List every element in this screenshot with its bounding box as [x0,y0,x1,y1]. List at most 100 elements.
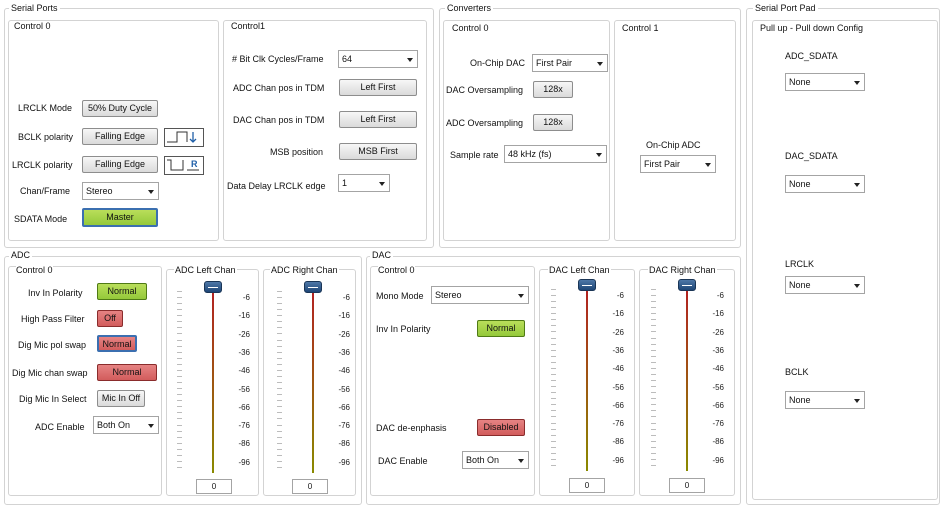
slider-tick [551,392,556,394]
adc-inv-polarity-button[interactable]: Normal [97,283,147,300]
dig-mic-pol-swap-button[interactable]: Normal [97,335,137,352]
slider-tick [551,289,556,290]
slider-scale-label: -66 [238,402,250,412]
slider-scale-label: -66 [712,400,724,410]
lrclk-mode-button[interactable]: 50% Duty Cycle [82,100,158,117]
data-delay-select[interactable]: 1 [338,174,390,192]
slider-tick [651,319,656,321]
slider-tick [551,465,556,466]
slider-tick [177,321,182,323]
adc-enable-value: Both On [97,420,131,430]
slider-tick [177,406,182,408]
dac-sdata-select[interactable]: None [785,175,865,193]
slider-tick [277,388,282,390]
slider-tick [177,357,182,359]
slider-tick [651,343,656,345]
slider-tick [551,343,556,345]
dac-inv-polarity-button[interactable]: Normal [477,320,525,337]
slider-tick [551,386,556,388]
adc-left-volume-value[interactable]: 0 [196,479,232,494]
adc-right-volume-slider[interactable]: -6 -16 -26 -36 -46 -56 -66 -76 -86 -96 [274,281,354,475]
slider-tick [177,375,182,377]
lrclk-polarity-button[interactable]: Falling Edge [82,156,158,173]
onchip-adc-select[interactable]: First Pair [640,155,716,173]
slider-tick [651,313,656,315]
bclk-pad-select[interactable]: None [785,391,865,409]
slider-thumb[interactable] [204,281,222,293]
slider-thumb[interactable] [678,279,696,291]
chevron-down-icon [854,284,860,288]
dig-mic-in-select-button[interactable]: Mic In Off [97,390,145,407]
slider-tick [177,418,182,420]
dac-left-volume-slider[interactable]: -6 -16 -26 -36 -46 -56 -66 -76 -86 -96 [548,279,628,473]
chevron-down-icon [854,399,860,403]
slider-tick [651,434,656,436]
slider-tick [551,458,556,460]
adc-chan-pos-button[interactable]: Left First [339,79,417,96]
lrclk-pad-label: LRCLK [785,259,815,269]
slider-tick [551,422,556,424]
bit-clk-cycles-select[interactable]: 64 [338,50,418,68]
dac-enable-select[interactable]: Both On [462,451,529,469]
slider-tick [551,440,556,442]
slider-tick [277,382,282,384]
dac-deemphasis-button[interactable]: Disabled [477,419,525,436]
slider-tick [277,448,282,450]
dac-left-volume-value[interactable]: 0 [569,478,605,493]
lrclk-waveform-letter: R [191,159,198,169]
slider-tick [277,454,282,456]
dig-mic-chan-swap-label: Dig Mic chan swap [12,368,88,378]
slider-scale-label: -56 [238,384,250,394]
chevron-down-icon [379,182,385,186]
dig-mic-chan-swap-button[interactable]: Normal [97,364,157,381]
dac-right-volume-slider[interactable]: -6 -16 -26 -36 -46 -56 -66 -76 -86 -96 [648,279,728,473]
slider-tick [651,373,656,375]
chan-frame-select[interactable]: Stereo [82,182,159,200]
high-pass-filter-button[interactable]: Off [97,310,123,327]
lrclk-pad-select[interactable]: None [785,276,865,294]
adc-right-volume-value[interactable]: 0 [292,479,328,494]
high-pass-filter-label: High Pass Filter [21,314,85,324]
slider-tick [177,297,182,299]
slider-tick [277,375,282,377]
adc-left-volume-slider[interactable]: -6 -16 -26 -36 -46 -56 -66 -76 -86 -96 [174,281,254,475]
chevron-down-icon [597,62,603,66]
slider-tick [651,428,656,430]
slider-tick [177,412,182,414]
slider-tick [177,339,182,341]
slider-scale-label: -26 [238,329,250,339]
onchip-dac-select[interactable]: First Pair [532,54,608,72]
slider-tick [651,452,656,454]
adc-oversampling-button[interactable]: 128x [533,114,573,131]
adc-enable-select[interactable]: Both On [93,416,159,434]
dac-oversampling-button[interactable]: 128x [533,81,573,98]
adc-control0-group [8,266,162,496]
adc-sdata-select[interactable]: None [785,73,865,91]
slider-tick [651,289,656,290]
chevron-down-icon [596,153,602,157]
slider-scale-label: -56 [338,384,350,394]
slider-tick [177,327,182,329]
slider-scale-label: -36 [238,347,250,357]
slider-tick [277,442,282,444]
dac-enable-value: Both On [466,455,500,465]
slider-tick [551,373,556,375]
msb-position-button[interactable]: MSB First [339,143,417,160]
adc-right-chan-title: ADC Right Chan [270,265,339,276]
slider-tick [651,392,656,394]
dig-mic-in-select-label: Dig Mic In Select [19,394,87,404]
slider-scale-label: -76 [338,421,350,431]
sample-rate-select[interactable]: 48 kHz (fs) [504,145,607,163]
bclk-polarity-button[interactable]: Falling Edge [82,128,158,145]
dac-right-volume-value[interactable]: 0 [669,478,705,493]
mono-mode-select[interactable]: Stereo [431,286,529,304]
slider-tick [277,333,282,335]
slider-thumb[interactable] [578,279,596,291]
slider-tick [277,339,282,341]
dac-chan-pos-button[interactable]: Left First [339,111,417,128]
slider-thumb[interactable] [304,281,322,293]
dac-enable-label: DAC Enable [378,456,428,466]
slider-scale-label: -16 [238,311,250,321]
slider-tick [277,436,282,438]
sdata-mode-button[interactable]: Master [82,208,158,227]
